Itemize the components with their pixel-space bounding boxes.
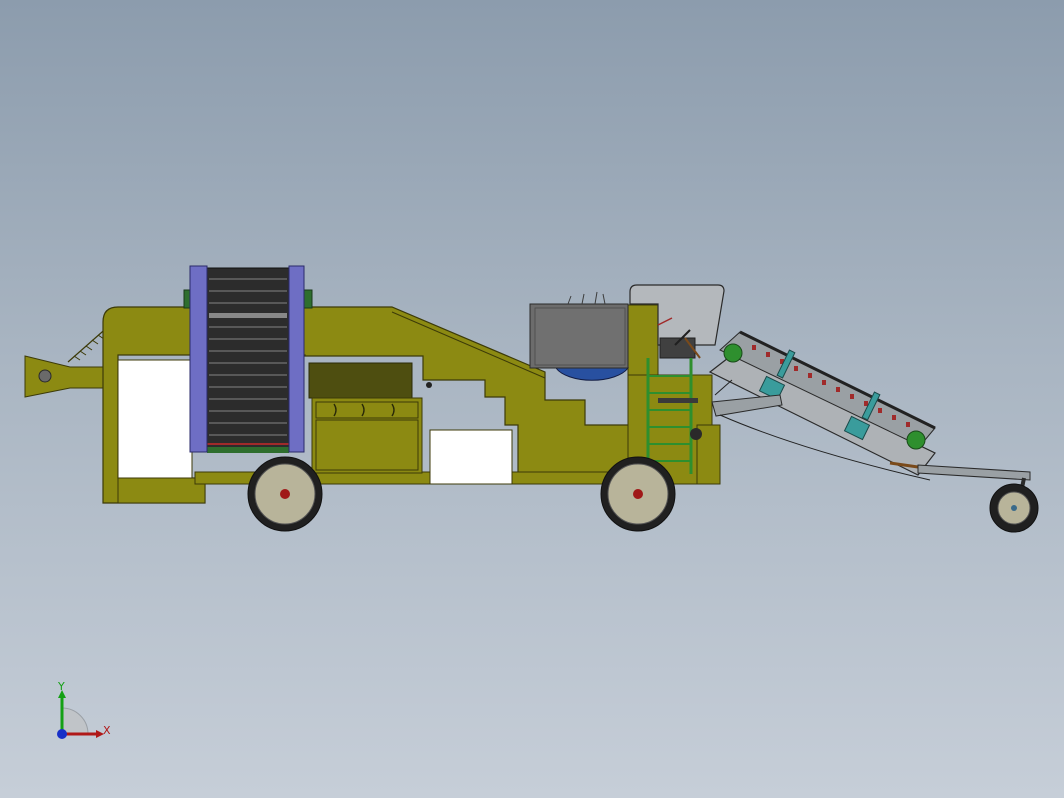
triad-arc (61, 707, 89, 735)
harvester-model (24, 265, 1039, 533)
support-wheel (989, 483, 1039, 533)
cad-viewport[interactable]: Y X (0, 0, 1064, 798)
y-axis-label: Y (57, 680, 65, 693)
discharge-conveyor (708, 330, 1031, 509)
intake-funnel (24, 324, 117, 398)
coordinate-triad: Y X (57, 680, 111, 739)
x-axis-label: X (103, 724, 111, 737)
elevator-conveyor (183, 265, 313, 453)
hopper-tank (529, 291, 629, 381)
z-axis-dot (57, 729, 67, 739)
engine-block (308, 362, 513, 485)
rear-wheel (247, 456, 323, 532)
front-wheel (600, 456, 676, 532)
